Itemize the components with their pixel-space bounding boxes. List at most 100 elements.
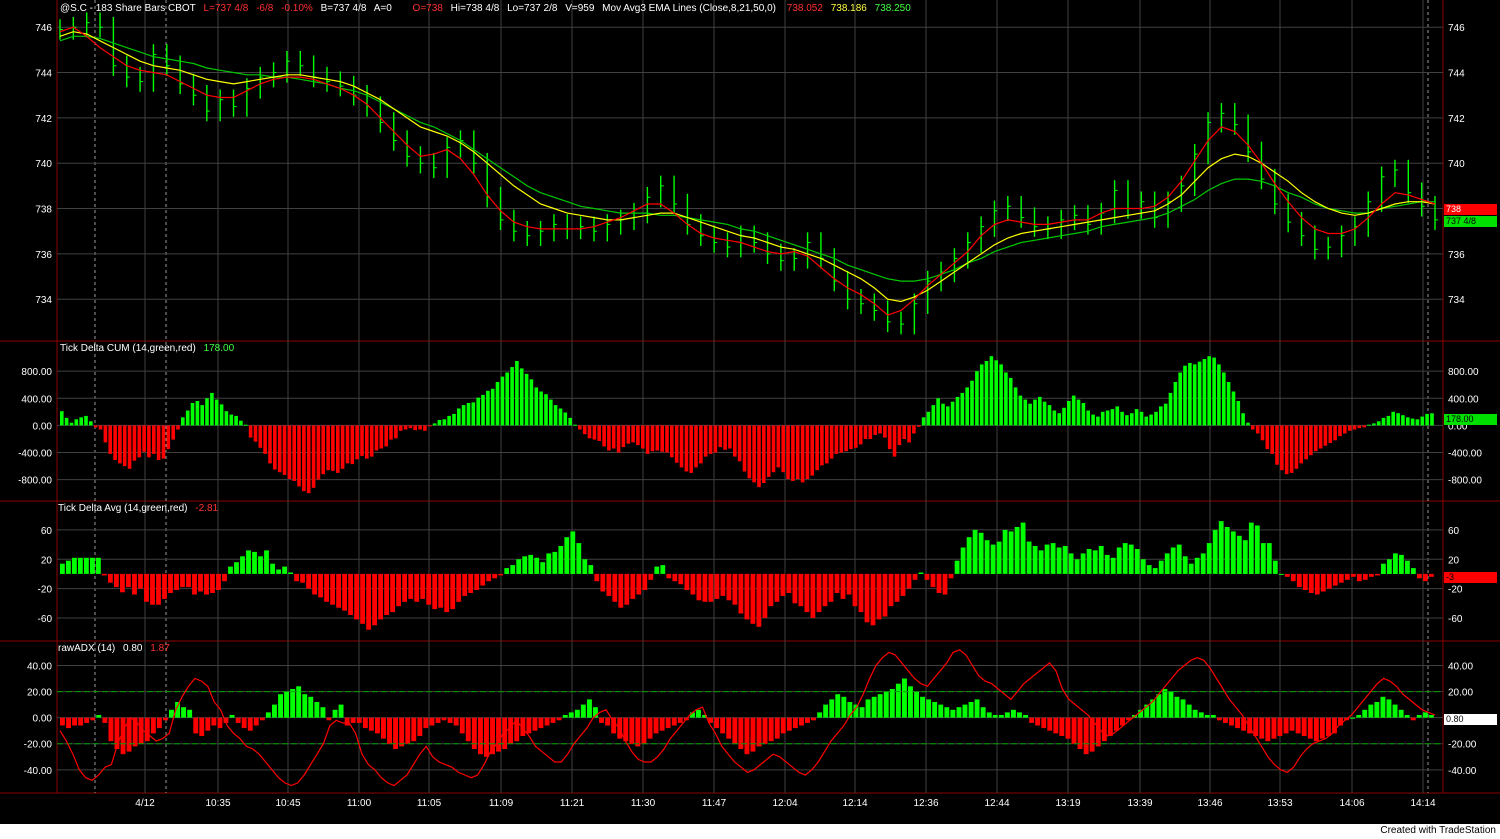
cum-bar — [79, 417, 83, 426]
cum-bar — [1410, 418, 1415, 426]
avg-bar — [1038, 550, 1044, 574]
cum-bar — [1047, 405, 1052, 426]
cum-bar — [1217, 364, 1221, 426]
cum-bar — [1013, 387, 1018, 426]
adx-bar — [156, 717, 162, 729]
cum-bar — [297, 425, 301, 487]
avg-bar — [240, 556, 245, 574]
cum-bar — [1367, 424, 1371, 426]
avg-bar — [618, 573, 624, 608]
cum-bar — [1042, 401, 1047, 426]
adx-bar — [1313, 717, 1319, 742]
cum-bar — [122, 425, 127, 467]
avg-bar — [1260, 543, 1266, 574]
cum-bar — [791, 425, 795, 481]
cum-bar — [650, 425, 655, 452]
avg-bar — [1429, 573, 1434, 577]
cum-bar — [660, 425, 664, 452]
adx-bar — [296, 686, 302, 718]
cum-bar — [820, 425, 824, 466]
bid-value: B=737 4/8 — [320, 3, 367, 14]
cum-bar — [253, 425, 258, 442]
cum-bar — [142, 425, 146, 452]
cum-bar — [1265, 425, 1270, 450]
avg-panel-header: Tick Delta Avg (14,green,red) -2.81 — [58, 503, 223, 514]
adx-bar — [229, 715, 235, 718]
cum-bar — [747, 425, 752, 479]
adx-bar — [574, 709, 580, 718]
cum-bar — [500, 376, 505, 426]
adx-bar — [811, 717, 816, 721]
adx-bar — [102, 717, 108, 723]
chart-canvas[interactable]: 4/12 10:35 10:45 11:00 11:05 11:09 11:21 11:30 1… — [0, 0, 1500, 839]
price-tick-label-left: 734 — [35, 295, 52, 306]
avg-bar — [882, 573, 888, 617]
avg-bar — [1405, 560, 1410, 574]
time-tick-label: 12:04 — [772, 798, 797, 809]
last-value: L=737 4/8 — [203, 3, 249, 14]
price-tick-label-right: 734 — [1448, 295, 1465, 306]
adx-bar — [217, 717, 223, 729]
adx-bar — [338, 704, 344, 718]
cum-bar — [398, 425, 403, 431]
cum-bar — [1299, 425, 1303, 464]
cum-bar — [1251, 425, 1255, 430]
avg-bar — [78, 557, 83, 574]
cum-bar — [800, 425, 805, 483]
cum-bar — [1125, 415, 1129, 426]
adx-bar — [108, 717, 114, 742]
cum-bar — [1212, 357, 1216, 426]
adx-bar — [889, 689, 895, 718]
avg-bar — [204, 573, 209, 595]
avg-bar — [486, 573, 492, 582]
cum-bar — [863, 425, 868, 439]
cum-tag: 178.00 — [1444, 414, 1497, 425]
price-tag-lower: 737 4/8 — [1444, 216, 1497, 227]
cum-bar — [1139, 411, 1144, 426]
avg-bar — [1128, 544, 1134, 574]
time-tick-label: 4/12 — [135, 798, 155, 809]
tradestation-chart-window: 4/12 10:35 10:45 11:00 11:05 11:09 11:21 11:30 1… — [0, 0, 1500, 839]
adx-bar — [1223, 717, 1228, 723]
avg-bar — [1032, 546, 1038, 574]
adx-bar — [241, 717, 247, 729]
avg-bar — [876, 573, 882, 620]
avg-bar — [726, 573, 732, 601]
adx-bar — [96, 715, 102, 718]
cum-tick-label-left: -400.00 — [18, 449, 52, 460]
avg-bar — [930, 573, 936, 588]
cum-bar — [1120, 411, 1124, 426]
avg-bar — [138, 573, 143, 589]
cum-bar — [645, 425, 650, 454]
cum-bar — [762, 425, 766, 483]
cum-panel-header: Tick Delta CUM (14,green,red) 178.00 — [60, 343, 239, 354]
adx-bar — [181, 707, 186, 718]
avg-bar — [1056, 547, 1062, 574]
avg-bar — [894, 573, 900, 602]
avg-tag: -3 — [1444, 572, 1497, 583]
cum-bar — [563, 412, 568, 426]
cum-bar — [210, 392, 214, 426]
adx-bar — [429, 717, 435, 726]
avg-bar — [498, 573, 504, 576]
adx-bar — [163, 717, 168, 721]
adx-title: rawADX (14) — [58, 643, 116, 654]
cum-bar — [912, 425, 916, 434]
avg-bar — [708, 573, 714, 602]
adx-bar — [1035, 717, 1041, 726]
adx-bar — [320, 707, 326, 718]
adx-bar — [1114, 717, 1119, 731]
adx-bar — [817, 712, 823, 718]
cum-bar — [181, 417, 185, 426]
avg-bar — [1164, 553, 1170, 574]
cum-bar — [1071, 395, 1076, 426]
avg-bar — [198, 573, 203, 592]
adx-bar — [459, 717, 465, 734]
adx-bar — [756, 717, 762, 747]
cum-bar — [214, 399, 219, 426]
avg-tick-label-right: 60 — [1448, 526, 1460, 537]
price-panel-header: @S.C - 183 Share Bars CBOT L=737 4/8 -6/… — [60, 3, 916, 14]
adx-bar — [1283, 717, 1289, 734]
cum-bar — [1406, 417, 1410, 426]
avg-bar — [372, 573, 377, 626]
